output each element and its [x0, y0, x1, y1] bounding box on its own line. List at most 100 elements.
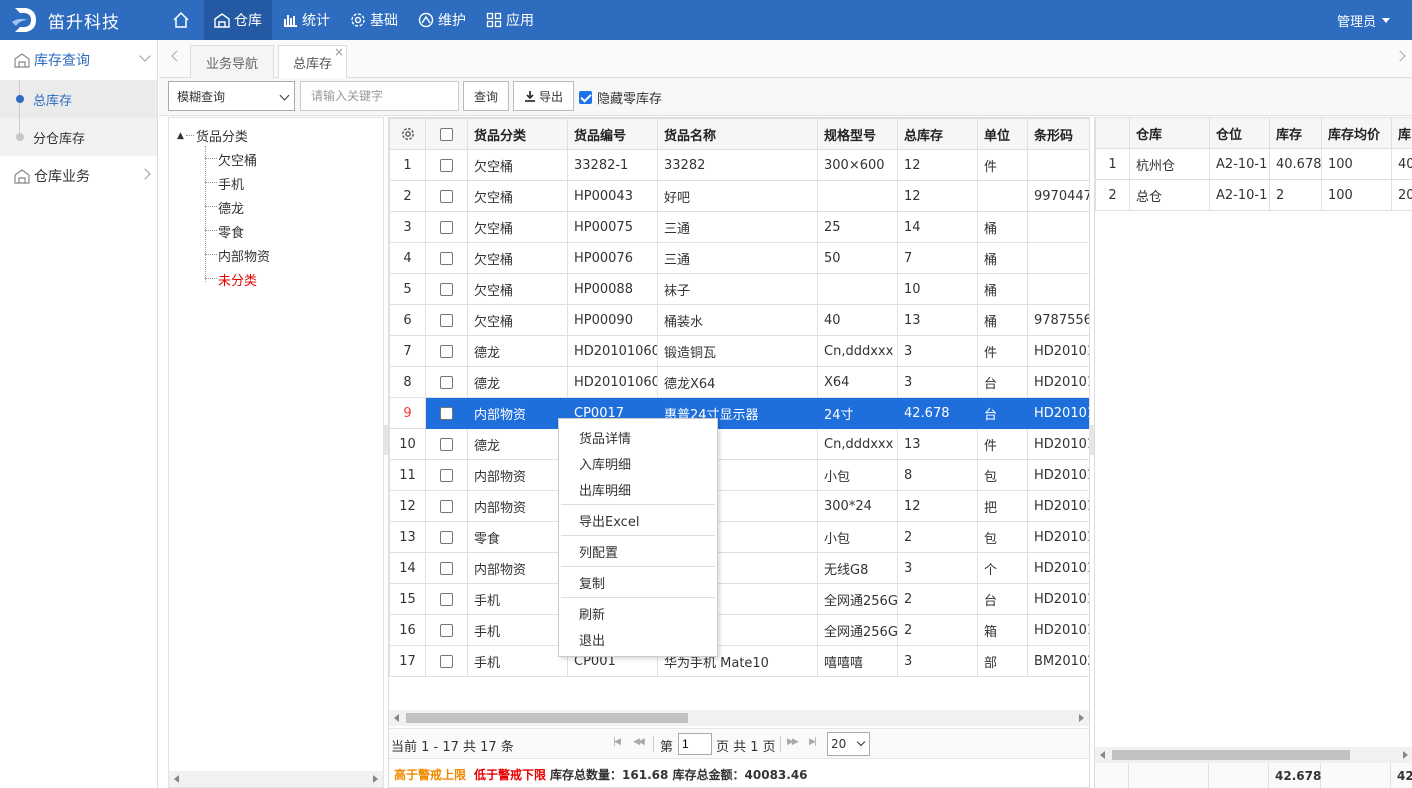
table-cell[interactable]: 100 — [1321, 179, 1392, 211]
table-cell[interactable]: 桶 — [977, 211, 1028, 243]
table-cell[interactable]: 件 — [977, 149, 1028, 181]
table-cell[interactable]: 总仓 — [1129, 179, 1210, 211]
table-cell[interactable] — [817, 180, 898, 212]
export-button[interactable]: 导出 — [513, 81, 574, 111]
row-select-cell[interactable] — [425, 428, 468, 460]
row-checkbox[interactable] — [440, 251, 453, 265]
column-header[interactable]: 货品编号 — [567, 118, 658, 150]
row-checkbox[interactable] — [440, 468, 453, 482]
nav-home[interactable] — [162, 0, 204, 40]
scroll-left-icon[interactable] — [174, 775, 179, 783]
horizontal-scrollbar[interactable] — [389, 710, 1089, 726]
table-cell[interactable]: 3 — [897, 552, 978, 584]
row-select-cell[interactable] — [425, 552, 468, 584]
scroll-right-icon[interactable] — [373, 775, 378, 783]
scrollbar-thumb[interactable] — [406, 713, 688, 723]
nav-apps[interactable]: 应用 — [476, 0, 544, 40]
row-select-cell[interactable] — [425, 490, 468, 522]
column-header[interactable]: 单位 — [977, 118, 1028, 150]
table-row[interactable]: 1杭州仓A2-10-140.67810040 — [1095, 148, 1412, 180]
table-cell[interactable]: HP00090 — [567, 304, 658, 336]
table-cell[interactable]: 12 — [897, 490, 978, 522]
row-select-cell[interactable] — [425, 304, 468, 336]
table-cell[interactable]: HD20101 — [1027, 335, 1089, 367]
table-cell[interactable]: 内部物资 — [467, 397, 568, 429]
row-select-cell[interactable] — [425, 366, 468, 398]
menu-item-product-detail[interactable]: 货品详情 — [579, 428, 631, 447]
table-cell[interactable]: 欠空桶 — [467, 180, 568, 212]
sidebar-item-branch-stock[interactable]: 分仓库存 — [0, 118, 157, 156]
menu-item-export-excel[interactable]: 导出Excel — [579, 511, 639, 530]
row-select-cell[interactable] — [425, 614, 468, 646]
table-cell[interactable]: Cn,dddxxx — [817, 335, 898, 367]
table-row[interactable]: 9 内部物资 CP0017 惠普24寸显示器 24寸 42.678 台 HD20101 — [389, 397, 1089, 429]
table-cell[interactable]: 德龙 — [467, 428, 568, 460]
table-cell[interactable]: 欠空桶 — [467, 211, 568, 243]
table-cell[interactable]: 全网通256G — [817, 583, 898, 615]
table-cell[interactable]: 把 — [977, 490, 1028, 522]
table-cell[interactable]: 全网通256G — [817, 614, 898, 646]
table-cell[interactable]: 零食 — [467, 521, 568, 553]
table-cell[interactable]: HP00043 — [567, 180, 658, 212]
table-cell[interactable]: HD201010605 — [567, 366, 658, 398]
table-row[interactable]: 3 欠空桶 HP00075 三通 25 14 桶 — [389, 211, 1089, 243]
table-cell[interactable]: HP00075 — [567, 211, 658, 243]
table-cell[interactable]: 欠空桶 — [467, 149, 568, 181]
tree-item[interactable]: 零食 — [218, 222, 244, 241]
table-cell[interactable]: 包 — [977, 459, 1028, 491]
row-checkbox[interactable] — [440, 344, 453, 358]
row-checkbox[interactable] — [440, 158, 453, 172]
table-cell[interactable]: 2 — [897, 521, 978, 553]
column-header[interactable]: 货品分类 — [467, 118, 568, 150]
menu-item-exit[interactable]: 退出 — [579, 630, 605, 649]
nav-stats[interactable]: 统计 — [272, 0, 340, 40]
table-cell[interactable]: 40 — [1391, 148, 1412, 180]
column-header[interactable]: 库 — [1391, 117, 1412, 149]
table-cell[interactable]: 桶 — [977, 273, 1028, 305]
menu-item-column-config[interactable]: 列配置 — [579, 542, 618, 561]
table-cell[interactable]: 2 — [897, 583, 978, 615]
table-row[interactable]: 5 欠空桶 HP00088 袜子 10 桶 — [389, 273, 1089, 305]
table-cell[interactable]: HD20101 — [1027, 366, 1089, 398]
tree-item[interactable]: 欠空桶 — [218, 150, 257, 169]
tab-total-stock[interactable]: 总库存 × — [278, 45, 347, 78]
column-header[interactable]: 条形码 — [1027, 118, 1089, 150]
table-cell[interactable]: 桶 — [977, 304, 1028, 336]
table-cell[interactable]: HD20101 — [1027, 397, 1089, 429]
table-cell[interactable]: 24寸 — [817, 397, 898, 429]
table-cell[interactable]: 97875560 — [1027, 304, 1089, 336]
row-checkbox[interactable] — [440, 406, 453, 420]
table-cell[interactable]: 100 — [1321, 148, 1392, 180]
table-row[interactable]: 11 内部物资 小包 8 包 HD20101 — [389, 459, 1089, 491]
table-cell[interactable]: 300×600 — [817, 149, 898, 181]
close-icon[interactable]: × — [334, 45, 344, 59]
column-header[interactable]: 货品名称 — [657, 118, 818, 150]
row-select-cell[interactable] — [425, 149, 468, 181]
table-cell[interactable]: 40.678 — [1269, 148, 1322, 180]
search-input[interactable] — [300, 81, 459, 111]
table-cell[interactable]: 三通 — [657, 211, 818, 243]
table-cell[interactable]: HD20101 — [1027, 583, 1089, 615]
table-cell[interactable]: 手机 — [467, 583, 568, 615]
row-checkbox[interactable] — [440, 282, 453, 296]
column-header[interactable]: 规格型号 — [817, 118, 898, 150]
table-cell[interactable]: 台 — [977, 583, 1028, 615]
table-cell[interactable]: 13 — [897, 428, 978, 460]
table-cell[interactable]: 12 — [897, 180, 978, 212]
row-select-cell[interactable] — [425, 521, 468, 553]
table-row[interactable]: 8 德龙HD201010605德龙X64X643台HD20101 — [389, 366, 1089, 398]
scroll-left-icon[interactable] — [394, 714, 399, 722]
table-row[interactable]: 7 德龙HD201010605锻造铜瓦Cn,dddxxx3件HD20101 — [389, 335, 1089, 367]
table-cell[interactable]: 德龙 — [467, 366, 568, 398]
tree-item[interactable]: 内部物资 — [218, 246, 270, 265]
row-select-cell[interactable] — [425, 397, 468, 429]
row-select-cell[interactable] — [425, 211, 468, 243]
row-checkbox[interactable] — [440, 375, 453, 389]
table-cell[interactable]: 13 — [897, 304, 978, 336]
row-checkbox[interactable] — [440, 592, 453, 606]
table-cell[interactable]: 42.678 — [897, 397, 978, 429]
tab-business-nav[interactable]: 业务导航 — [190, 45, 274, 78]
table-cell[interactable]: 桶 — [977, 242, 1028, 274]
table-cell[interactable]: BM20102 — [1027, 645, 1089, 677]
table-cell[interactable]: 德龙X64 — [657, 366, 818, 398]
